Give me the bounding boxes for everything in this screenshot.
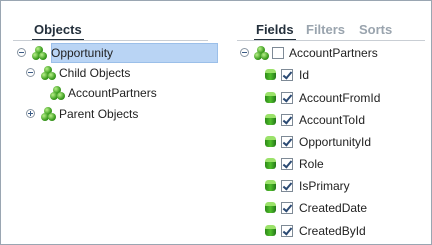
expand-icon[interactable] (26, 109, 35, 118)
field-label: CreatedById (299, 224, 366, 238)
window-frame: Objects Opportunity Child Objects Accoun… (0, 0, 432, 245)
object-group-icon (41, 107, 56, 121)
field-icon (265, 158, 276, 170)
field-label: AccountFromId (299, 91, 381, 105)
field-icon (265, 136, 276, 148)
field-checkbox[interactable] (281, 92, 293, 104)
field-label: Id (299, 68, 310, 82)
field-row-createddate[interactable]: CreatedDate (229, 198, 429, 218)
tabbar-divider (237, 40, 425, 41)
tab-sorts[interactable]: Sorts (359, 22, 392, 37)
select-all-checkbox[interactable] (272, 47, 284, 59)
object-group-icon (50, 86, 65, 100)
object-group-icon (254, 46, 269, 60)
field-label: AccountToId (299, 113, 366, 127)
field-row-role[interactable]: Role (229, 154, 429, 174)
tree-node-label: AccountPartners (68, 86, 157, 100)
field-checkbox[interactable] (281, 180, 293, 192)
field-label: Role (299, 157, 324, 171)
field-checkbox[interactable] (281, 202, 293, 214)
collapse-icon[interactable] (17, 48, 26, 57)
field-row-accounttoid[interactable]: AccountToId (229, 110, 429, 130)
field-checkbox[interactable] (281, 114, 293, 126)
field-label: IsPrimary (299, 179, 350, 193)
field-row-id[interactable]: Id (229, 65, 429, 85)
tab-fields[interactable]: Fields (254, 22, 296, 41)
tree-node-parent-objects[interactable]: Parent Objects (1, 104, 220, 124)
field-icon (265, 225, 276, 237)
field-checkbox[interactable] (281, 225, 293, 237)
field-label: CreatedDate (299, 201, 368, 215)
tree-node-child-objects[interactable]: Child Objects (1, 63, 220, 83)
field-root-accountpartners[interactable]: AccountPartners (229, 43, 429, 63)
tree-node-label: Child Objects (59, 66, 131, 80)
field-row-accountfromid[interactable]: AccountFromId (229, 88, 429, 108)
objects-panel: Objects Opportunity Child Objects Accoun… (1, 1, 220, 244)
field-icon (265, 114, 276, 126)
fields-tabbar: Fields Filters Sorts (229, 1, 431, 41)
field-icon (265, 202, 276, 214)
field-label: OpportunityId (299, 135, 372, 149)
field-icon (265, 69, 276, 81)
object-group-icon (32, 46, 47, 60)
field-checkbox[interactable] (281, 136, 293, 148)
tree-node-label: Parent Objects (59, 107, 139, 121)
object-group-icon (41, 66, 56, 80)
tab-filters[interactable]: Filters (306, 22, 345, 37)
field-checkbox[interactable] (281, 69, 293, 81)
tabbar-divider (13, 40, 208, 41)
tab-objects[interactable]: Objects (32, 22, 84, 41)
field-checkbox[interactable] (281, 158, 293, 170)
field-root-label: AccountPartners (289, 46, 378, 60)
field-icon (265, 92, 276, 104)
field-row-opportunityid[interactable]: OpportunityId (229, 132, 429, 152)
field-row-createdbyid[interactable]: CreatedById (229, 221, 429, 241)
fields-panel: Fields Filters Sorts AccountPartners Id … (229, 1, 431, 244)
tree-node-accountpartners[interactable]: AccountPartners (1, 83, 220, 103)
tree-node-opportunity[interactable]: Opportunity (1, 43, 220, 63)
field-row-isprimary[interactable]: IsPrimary (229, 176, 429, 196)
collapse-icon[interactable] (240, 48, 249, 57)
collapse-icon[interactable] (26, 68, 35, 77)
tree-node-label: Opportunity (51, 46, 114, 60)
objects-tabbar: Objects (1, 1, 220, 41)
field-icon (265, 180, 276, 192)
